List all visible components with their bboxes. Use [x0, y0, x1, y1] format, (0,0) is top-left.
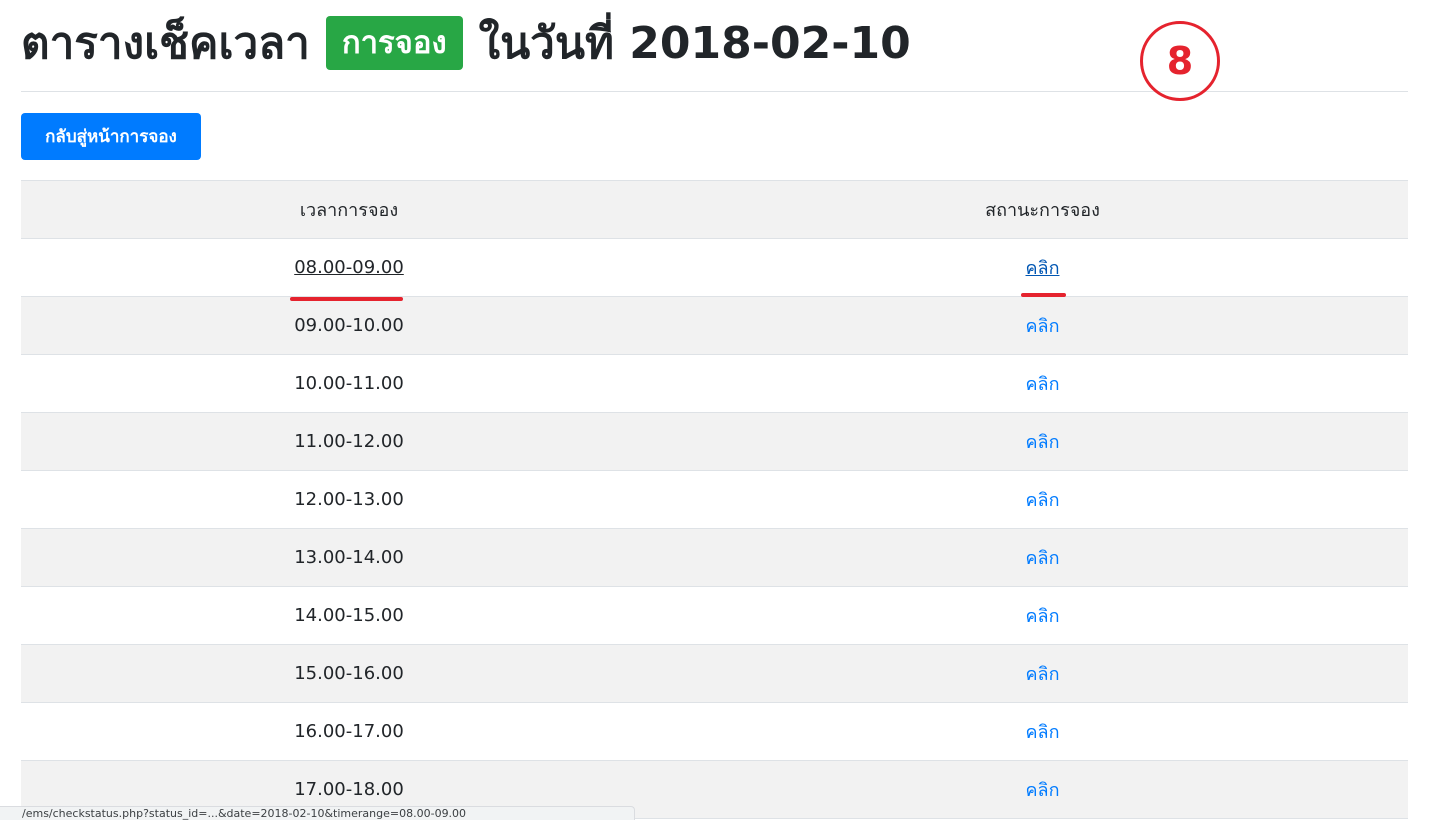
booking-status-cell: คลิก: [677, 427, 1408, 456]
booking-status-cell: คลิก: [677, 659, 1408, 688]
table-row: 11.00-12.00 คลิก: [21, 413, 1408, 471]
booking-time-text: 09.00-10.00: [294, 315, 404, 336]
click-status-link[interactable]: คลิก: [1026, 659, 1060, 688]
booking-time-cell: 15.00-16.00: [21, 663, 677, 684]
booking-time-cell: 09.00-10.00: [21, 315, 677, 336]
booking-status-cell: คลิก: [677, 775, 1408, 804]
booking-status-cell: คลิก: [677, 311, 1408, 340]
booking-badge: การจอง: [325, 16, 463, 70]
booking-status-cell: คลิก: [677, 253, 1408, 297]
table-row: 12.00-13.00 คลิก: [21, 471, 1408, 529]
table-row: 14.00-15.00 คลิก: [21, 587, 1408, 645]
table-row: 15.00-16.00 คลิก: [21, 645, 1408, 703]
click-status-link[interactable]: คลิก: [1026, 427, 1060, 456]
booking-time-cell: 08.00-09.00: [21, 257, 677, 301]
booking-time-text: 13.00-14.00: [294, 547, 404, 568]
page-title: ตารางเช็คเวลา การจอง ในวันที่ 2018-02-10: [21, 10, 911, 76]
booking-status-cell: คลิก: [677, 717, 1408, 746]
click-status-link[interactable]: คลิก: [1026, 543, 1060, 572]
booking-status-cell: คลิก: [677, 601, 1408, 630]
booking-time-text: 17.00-18.00: [294, 779, 404, 800]
booking-time-cell: 16.00-17.00: [21, 721, 677, 742]
table-row: 13.00-14.00 คลิก: [21, 529, 1408, 587]
step-number-annotation: 8: [1140, 21, 1220, 101]
booking-time-text: 11.00-12.00: [294, 431, 404, 452]
click-status-link[interactable]: คลิก: [1026, 717, 1060, 746]
booking-time-cell: 14.00-15.00: [21, 605, 677, 626]
back-to-booking-button[interactable]: กลับสู่หน้าการจอง: [21, 113, 201, 160]
booking-time-text: 12.00-13.00: [294, 489, 404, 510]
page-title-prefix: ตารางเช็คเวลา: [21, 18, 310, 69]
booking-time-table: เวลาการจอง สถานะการจอง 08.00-09.00 คลิก 09…: [21, 180, 1408, 819]
booking-time-text: 15.00-16.00: [294, 663, 404, 684]
booking-status-cell: คลิก: [677, 485, 1408, 514]
table-header-row: เวลาการจอง สถานะการจอง: [21, 181, 1408, 239]
booking-time-cell: 17.00-18.00: [21, 779, 677, 800]
booking-time-text: 08.00-09.00: [294, 257, 404, 278]
browser-status-bar-url: /ems/checkstatus.php?status_id=...&date=…: [0, 806, 635, 820]
table-row: 08.00-09.00 คลิก: [21, 239, 1408, 301]
booking-status-cell: คลิก: [677, 369, 1408, 398]
booking-time-text: 14.00-15.00: [294, 605, 404, 626]
booking-time-cell: 13.00-14.00: [21, 547, 677, 568]
booking-time-cell: 11.00-12.00: [21, 431, 677, 452]
red-underline-annotation: [290, 297, 403, 301]
booking-time-cell: 10.00-11.00: [21, 373, 677, 394]
click-status-link[interactable]: คลิก: [1026, 485, 1060, 514]
booking-time-text: 10.00-11.00: [294, 373, 404, 394]
header-booking-time: เวลาการจอง: [299, 200, 399, 221]
booking-time-cell: 12.00-13.00: [21, 489, 677, 510]
booking-time-text: 16.00-17.00: [294, 721, 404, 742]
table-row: 09.00-10.00 คลิก: [21, 297, 1408, 355]
click-status-link[interactable]: คลิก: [1026, 775, 1060, 804]
booking-status-cell: คลิก: [677, 543, 1408, 572]
red-underline-annotation: [1021, 293, 1066, 297]
click-status-link[interactable]: คลิก: [1026, 601, 1060, 630]
click-status-link[interactable]: คลิก: [1026, 253, 1060, 282]
click-status-link[interactable]: คลิก: [1026, 369, 1060, 398]
header-booking-status: สถานะการจอง: [985, 200, 1100, 221]
table-row: 16.00-17.00 คลิก: [21, 703, 1408, 761]
page-title-date: ในวันที่ 2018-02-10: [478, 18, 911, 69]
table-row: 10.00-11.00 คลิก: [21, 355, 1408, 413]
click-status-link[interactable]: คลิก: [1026, 311, 1060, 340]
